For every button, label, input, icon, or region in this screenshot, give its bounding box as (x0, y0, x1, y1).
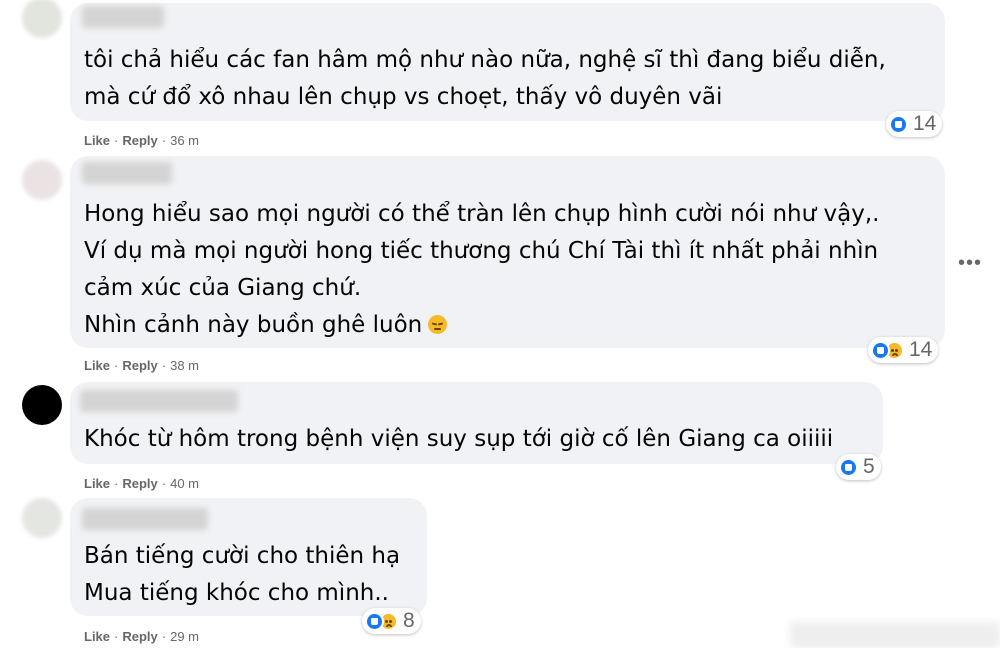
commenter-name[interactable] (82, 6, 164, 28)
avatar[interactable] (22, 0, 62, 38)
comment-line: Mua tiếng khóc cho mình.. (84, 580, 389, 606)
avatar[interactable] (22, 498, 62, 538)
like-link[interactable]: Like (84, 133, 110, 148)
timestamp[interactable]: 38 m (170, 358, 199, 373)
more-horizontal-icon[interactable]: ••• (958, 252, 982, 275)
avatar[interactable] (22, 385, 62, 425)
reaction-count: 5 (863, 455, 875, 478)
reaction-count: 8 (403, 609, 415, 632)
comment-actions: Like · Reply · 40 m (84, 476, 200, 491)
like-reaction-icon (871, 340, 890, 360)
like-link[interactable]: Like (84, 629, 110, 644)
commenter-name[interactable] (82, 162, 172, 184)
comment-text: Hong hiểu sao mọi người có thể tràn lên … (84, 196, 879, 344)
like-link[interactable]: Like (84, 476, 110, 491)
reaction-summary[interactable]: 14 (868, 337, 939, 363)
reply-link[interactable]: Reply (122, 358, 157, 373)
like-reaction-icon (365, 611, 384, 631)
avatar[interactable] (22, 160, 62, 200)
reaction-summary[interactable]: 8 (362, 608, 421, 634)
like-link[interactable]: Like (84, 358, 110, 373)
blurred-corner (790, 622, 1000, 648)
timestamp[interactable]: 40 m (170, 476, 199, 491)
comment-line: Khóc từ hôm trong bệnh viện suy sụp tới … (84, 426, 834, 452)
like-reaction-icon (889, 114, 908, 134)
reply-link[interactable]: Reply (122, 476, 157, 491)
reaction-count: 14 (909, 338, 933, 361)
comment-actions: Like · Reply · 36 m (84, 133, 200, 148)
comment-actions: Like · Reply · 38 m (84, 358, 200, 373)
timestamp[interactable]: 36 m (170, 133, 199, 148)
disappointed-face-icon (428, 315, 448, 334)
comment-line: tôi chả hiểu các fan hâm mộ như nào nữa,… (84, 47, 886, 73)
reaction-summary[interactable]: 14 (886, 111, 943, 137)
comment-line: Bán tiếng cười cho thiên hạ (84, 543, 401, 569)
reply-link[interactable]: Reply (122, 629, 157, 644)
comment-line: cảm xúc của Giang chứ. (84, 275, 362, 301)
commenter-name[interactable] (80, 390, 238, 412)
reply-link[interactable]: Reply (122, 133, 157, 148)
comment-line: Nhìn cảnh này buồn ghê luôn (84, 312, 423, 338)
reaction-count: 14 (913, 112, 937, 135)
comment-line: Hong hiểu sao mọi người có thể tràn lên … (84, 201, 880, 227)
comment-text: Bán tiếng cười cho thiên hạ Mua tiếng kh… (84, 538, 400, 612)
like-reaction-icon (839, 457, 858, 477)
timestamp[interactable]: 29 m (170, 629, 199, 644)
comment-line: mà cứ đổ xô nhau lên chụp vs choẹt, thấy… (84, 84, 723, 110)
comment-text: Khóc từ hôm trong bệnh viện suy sụp tới … (84, 421, 833, 458)
reaction-summary[interactable]: 5 (836, 454, 881, 480)
commenter-name[interactable] (82, 508, 208, 530)
comment-text: tôi chả hiểu các fan hâm mộ như nào nữa,… (84, 42, 886, 116)
comment-line: Ví dụ mà mọi người hong tiếc thương chú … (84, 238, 879, 264)
comment-actions: Like · Reply · 29 m (84, 629, 200, 644)
